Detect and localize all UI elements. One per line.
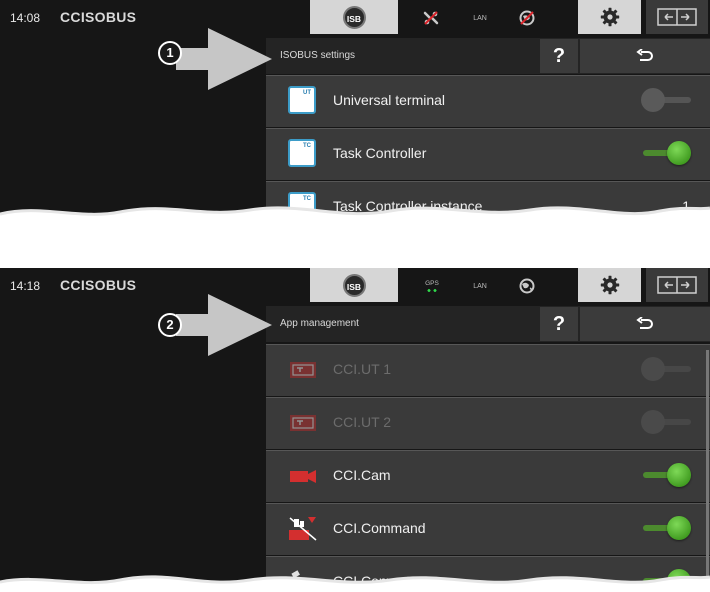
list-item-label: CCI.Command xyxy=(333,520,426,536)
gear-icon xyxy=(600,275,619,295)
callout-number: 2 xyxy=(166,317,174,332)
settings-header: ISOBUS settings ? xyxy=(266,38,710,74)
callout-number: 1 xyxy=(166,45,174,60)
ccisobus-logo: CCISOBUS xyxy=(60,277,137,293)
camera-app-icon xyxy=(290,470,316,483)
globe-icon xyxy=(515,268,539,304)
torn-edge xyxy=(0,206,710,220)
page-title: App management xyxy=(280,318,359,329)
cci-ut-2-toggle[interactable] xyxy=(641,409,693,435)
list-item-label: CCI.Cam xyxy=(333,467,391,483)
isobus-settings-screen: 14:08 CCISOBUS ISB LAN ISOBUS settings ?… xyxy=(0,0,710,220)
list-item-cci-ut-1[interactable]: CCI.UT 1 xyxy=(266,344,710,396)
gps-signal-dots xyxy=(426,289,438,292)
ut-app-icon xyxy=(290,415,316,431)
gps-status: GPS xyxy=(420,268,444,304)
settings-header: App management ? xyxy=(266,306,710,342)
task-controller-toggle[interactable] xyxy=(641,140,693,166)
switch-screen-button[interactable] xyxy=(646,0,708,34)
no-connection-icon xyxy=(418,0,444,36)
tc-icon: TC xyxy=(288,139,316,167)
clock: 14:18 xyxy=(10,279,41,293)
list-item-label: CCI.UT 2 xyxy=(333,414,392,430)
command-app-icon xyxy=(289,517,317,541)
app-management-screen: 14:18 CCISOBUS ISB GPS LAN App managemen… xyxy=(0,268,710,592)
lan-status: LAN xyxy=(473,282,487,290)
swap-icon xyxy=(657,8,697,26)
isb-icon: ISB xyxy=(342,5,366,29)
scrollbar[interactable] xyxy=(706,350,709,590)
back-button[interactable] xyxy=(580,39,710,73)
back-arrow-icon xyxy=(636,317,653,329)
status-bar: 14:18 CCISOBUS ISB GPS LAN xyxy=(0,268,710,304)
isb-icon: ISB xyxy=(342,273,366,297)
list-item-task-controller[interactable]: TC Task Controller xyxy=(266,128,710,180)
lan-status: LAN xyxy=(473,14,487,22)
page-title: ISOBUS settings xyxy=(280,50,356,61)
status-bar: 14:08 CCISOBUS ISB LAN xyxy=(0,0,710,36)
isb-button[interactable]: ISB xyxy=(310,268,398,302)
ccisobus-logo: CCISOBUS xyxy=(60,9,137,25)
cci-command-toggle[interactable] xyxy=(641,515,693,541)
list-item-label: Task Controller xyxy=(333,145,427,161)
list-item-label: CCI.UT 1 xyxy=(333,361,392,377)
ut-app-icon xyxy=(290,362,316,378)
swap-icon xyxy=(657,276,697,294)
ut-icon: UT xyxy=(288,86,316,114)
callout-arrow-2: 2 xyxy=(156,292,274,358)
settings-button[interactable] xyxy=(578,0,641,34)
torn-edge xyxy=(0,575,710,592)
cci-cam-toggle[interactable] xyxy=(641,462,693,488)
gear-icon xyxy=(600,7,619,27)
universal-terminal-toggle[interactable] xyxy=(641,87,693,113)
list-item-label: Universal terminal xyxy=(333,92,446,108)
clock: 14:08 xyxy=(10,11,41,25)
callout-arrow-1: 1 xyxy=(156,26,274,92)
list-item-cci-cam[interactable]: CCI.Cam xyxy=(266,450,710,502)
back-arrow-icon xyxy=(636,49,653,61)
help-button[interactable]: ? xyxy=(540,307,578,341)
list-item-cci-command[interactable]: CCI.Command xyxy=(266,503,710,555)
settings-button[interactable] xyxy=(578,268,641,302)
help-button[interactable]: ? xyxy=(540,39,578,73)
list-item-universal-terminal[interactable]: UT Universal terminal xyxy=(266,75,710,127)
back-button[interactable] xyxy=(580,307,710,341)
gps-off-icon xyxy=(515,0,539,36)
cci-ut-1-toggle[interactable] xyxy=(641,356,693,382)
switch-screen-button[interactable] xyxy=(646,268,708,302)
list-item-cci-ut-2[interactable]: CCI.UT 2 xyxy=(266,397,710,449)
isb-button[interactable]: ISB xyxy=(310,0,398,34)
